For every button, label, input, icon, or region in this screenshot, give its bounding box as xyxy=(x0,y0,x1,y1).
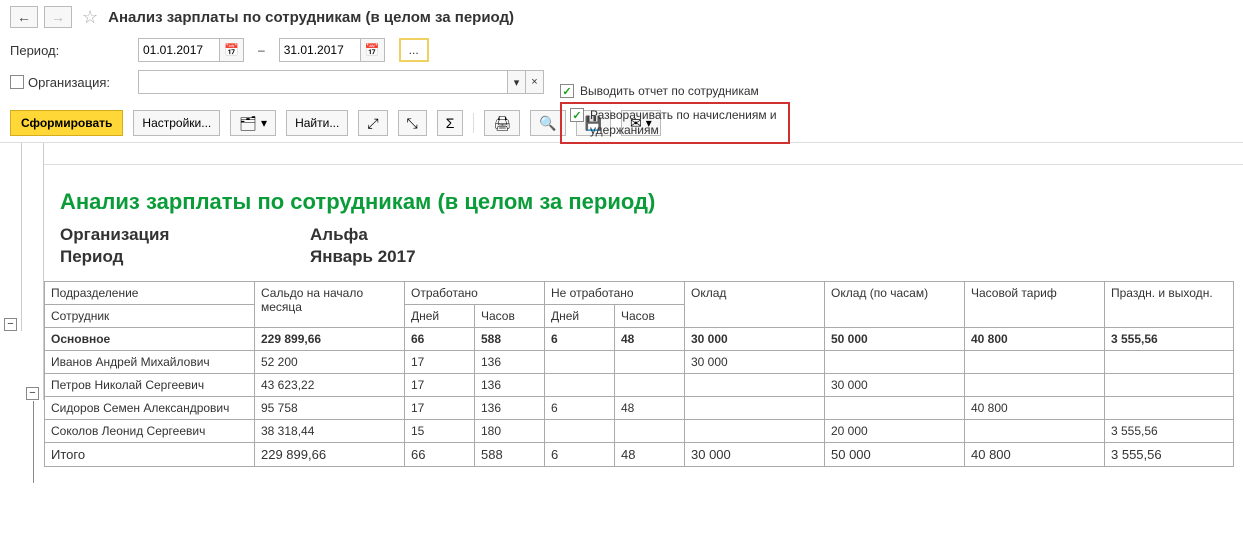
report-title: Анализ зарплаты по сотрудникам (в целом … xyxy=(44,165,1243,225)
output-by-employee-checkbox[interactable]: ✓ xyxy=(560,84,574,98)
calendar-icon: 📅 xyxy=(365,43,380,57)
settings-button[interactable]: Настройки... xyxy=(133,110,220,136)
th-not-worked: Не отработано xyxy=(545,282,685,305)
expand-checkbox[interactable]: ✓ xyxy=(570,108,584,122)
total-row: Итого229 899,666658864830 00050 00040 80… xyxy=(45,443,1234,467)
print-button[interactable]: 🖨 xyxy=(484,110,520,136)
expand-label: Разворачивать по начислениям и удержания… xyxy=(590,108,780,138)
org-clear-button[interactable]: × xyxy=(526,70,544,94)
org-checkbox[interactable] xyxy=(10,75,24,89)
magnifier-icon: 🔍 xyxy=(539,116,556,130)
date-from-input[interactable] xyxy=(138,38,220,62)
expand-icon: ⤢ xyxy=(367,116,378,130)
th-saldo: Сальдо на начало месяца xyxy=(255,282,405,328)
org-dropdown-button[interactable]: ▾ xyxy=(508,70,526,94)
output-by-employee-label: Выводить отчет по сотрудникам xyxy=(580,84,759,98)
th-division: Подразделение xyxy=(45,282,255,305)
collapse-icon: ⤡ xyxy=(407,116,418,130)
org-filter-label: Организация: xyxy=(10,75,130,90)
generate-button[interactable]: Сформировать xyxy=(10,110,123,136)
th-worked-hours: Часов xyxy=(475,305,545,328)
favorite-star-icon[interactable]: ☆ xyxy=(82,7,98,28)
tree-line xyxy=(33,401,34,483)
meta-org-label: Организация xyxy=(60,225,310,245)
sigma-icon: Σ xyxy=(446,116,455,130)
meta-period-label: Период xyxy=(60,247,310,267)
th-worked: Отработано xyxy=(405,282,545,305)
table-row[interactable]: Сидоров Семен Александрович95 7581713664… xyxy=(45,397,1234,420)
th-worked-days: Дней xyxy=(405,305,475,328)
page-title: Анализ зарплаты по сотрудникам (в целом … xyxy=(108,9,514,26)
meta-period-value: Январь 2017 xyxy=(310,247,1227,267)
group-row[interactable]: Основное 229 899,66 66 588 6 48 30 000 5… xyxy=(45,328,1234,351)
printer-icon: 🖨 xyxy=(493,116,511,130)
th-holidays: Праздн. и выходн. xyxy=(1105,282,1234,328)
expand-groups-button[interactable]: ⤢ xyxy=(358,110,387,136)
table-row[interactable]: Соколов Леонид Сергеевич38 318,441518020… xyxy=(45,420,1234,443)
org-select-input[interactable] xyxy=(138,70,508,94)
th-salary: Оклад xyxy=(685,282,825,328)
variant-icon: 🗂 xyxy=(239,116,257,130)
th-salary-hours: Оклад (по часам) xyxy=(825,282,965,328)
sum-button[interactable]: Σ xyxy=(437,110,464,136)
find-button[interactable]: Найти... xyxy=(286,110,348,136)
th-nw-days: Дней xyxy=(545,305,615,328)
table-row[interactable]: Петров Николай Сергеевич43 623,221713630… xyxy=(45,374,1234,397)
collapse-groups-button[interactable]: ⤡ xyxy=(398,110,427,136)
tree-collapse-root[interactable]: − xyxy=(4,318,17,331)
date-to-input[interactable] xyxy=(279,38,361,62)
th-hourly-rate: Часовой тариф xyxy=(965,282,1105,328)
variant-button[interactable]: 🗂▾ xyxy=(230,110,276,136)
nav-back-button[interactable]: ← xyxy=(10,6,38,28)
date-separator: – xyxy=(258,43,265,57)
period-picker-button[interactable]: ... xyxy=(399,38,429,62)
table-row[interactable]: Иванов Андрей Михайлович52 2001713630 00… xyxy=(45,351,1234,374)
date-to-calendar-button[interactable]: 📅 xyxy=(361,38,385,62)
th-employee: Сотрудник xyxy=(45,305,255,328)
period-label: Период: xyxy=(10,43,130,58)
meta-org-value: Альфа xyxy=(310,225,1227,245)
nav-forward-button[interactable]: → xyxy=(44,6,72,28)
report-table: Подразделение Сальдо на начало месяца От… xyxy=(44,281,1234,467)
th-nw-hours: Часов xyxy=(615,305,685,328)
toolbar-separator xyxy=(473,113,474,133)
tree-collapse-group[interactable]: − xyxy=(26,387,39,400)
expand-option-highlight: ✓ Разворачивать по начислениям и удержан… xyxy=(560,102,790,144)
calendar-icon: 📅 xyxy=(224,43,239,57)
date-from-calendar-button[interactable]: 📅 xyxy=(220,38,244,62)
